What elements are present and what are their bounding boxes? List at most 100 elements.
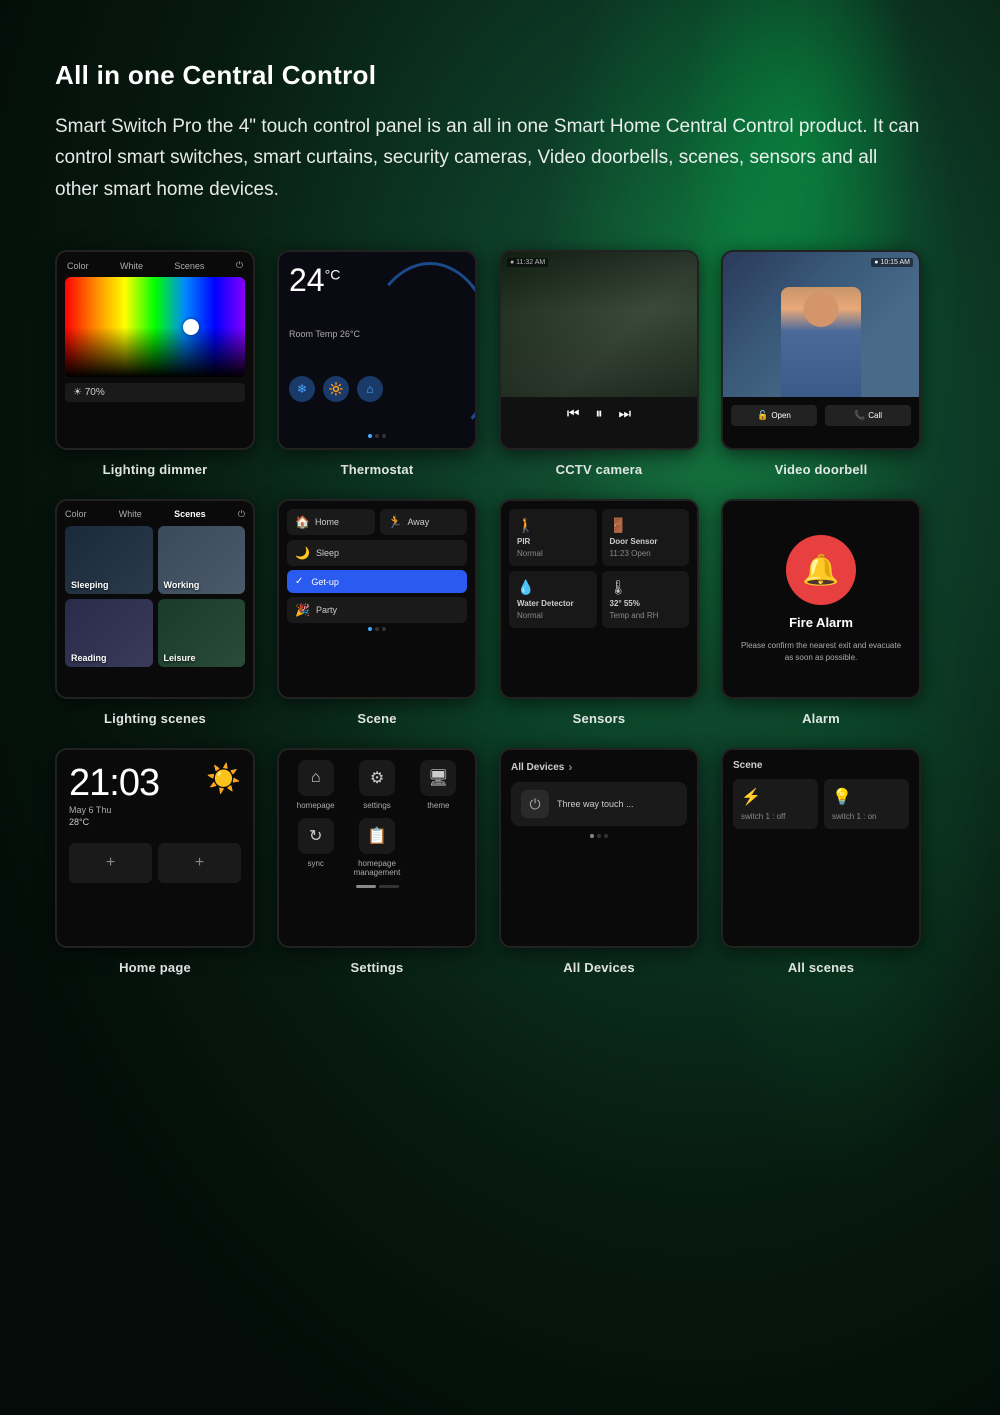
pir-name: PIR xyxy=(517,537,589,546)
device-label-alldevices: All Devices xyxy=(563,960,635,975)
screen-homepage: 21:03 May 6 Thu 28°C ☀️ + + xyxy=(55,748,255,948)
screen-sensors: 🚶 PIR Normal 🚪 Door Sensor 11:23 Open 💧 … xyxy=(499,499,699,699)
screen-settings: ⌂ homepage ⚙ settings 🖥 theme ↻ sync xyxy=(277,748,477,948)
hp-temp: 28°C xyxy=(69,817,159,827)
settings-label-settings: settings xyxy=(363,801,391,810)
temp-name: 32° 55% xyxy=(610,599,682,608)
switch-icon: ⏻ xyxy=(521,790,549,818)
scene-mode-away[interactable]: 🏃 Away xyxy=(380,509,468,535)
theme-icon: 🖥 xyxy=(420,760,456,796)
scenes-top-bar: Color White Scenes ⏻ xyxy=(65,509,245,520)
screen-cctv: ● 11:32 AM ⏮ ⏸ ⏭ xyxy=(499,250,699,450)
alldev-section-title: All Devices xyxy=(511,760,687,774)
lighting-power-icon[interactable]: ⏻ xyxy=(236,260,243,271)
color-picker[interactable] xyxy=(65,277,245,377)
scenes-scenes-tab[interactable]: Scenes xyxy=(174,509,206,520)
scenes-tiles: Sleeping Working Reading Leisure xyxy=(65,526,245,667)
lighting-white-tab[interactable]: White xyxy=(120,261,143,271)
settings-label-theme: theme xyxy=(427,801,449,810)
settings-item-sync[interactable]: ↻ sync xyxy=(289,818,342,877)
scene-tile-reading[interactable]: Reading xyxy=(65,599,153,667)
call-label: Call xyxy=(868,411,882,420)
device-label-cctv: CCTV camera xyxy=(556,462,643,477)
screen-allscenes: Scene ⚡ switch 1 : off 💡 switch 1 : on xyxy=(721,748,921,948)
scenes-power-icon[interactable]: ⏻ xyxy=(238,509,245,520)
device-scene: 🏠 Home 🏃 Away 🌙 Sleep ✓ Get-u xyxy=(277,499,477,726)
homepage-icon: ⌂ xyxy=(298,760,334,796)
settings-item-homepage[interactable]: ⌂ homepage xyxy=(289,760,342,810)
cctv-video-feed: ● 11:32 AM xyxy=(501,252,697,397)
scene-schedule-getup[interactable]: ✓ Get-up xyxy=(287,570,467,593)
cctv-controls: ⏮ ⏸ ⏭ xyxy=(501,397,697,430)
scene-schedule-sleep[interactable]: 🌙 Sleep xyxy=(287,540,467,566)
settings-label-sync: sync xyxy=(307,859,323,868)
scene-mode-home[interactable]: 🏠 Home xyxy=(287,509,375,535)
lighting-color-tab[interactable]: Color xyxy=(67,261,89,271)
door-icon: 🚪 xyxy=(610,517,682,534)
device-thermostat: 24°C Room Temp 26°C ❄ 🔆 ⌂ Thermostat xyxy=(277,250,477,477)
device-label-scene: Scene xyxy=(357,711,396,726)
open-icon: 🔓 xyxy=(757,410,768,421)
brightness-bar: ☀ 70% xyxy=(65,383,245,402)
hp-shortcut-1[interactable]: + xyxy=(69,843,152,883)
doorbell-open-btn[interactable]: 🔓 Open xyxy=(731,405,817,426)
thermo-cool-btn[interactable]: ❄ xyxy=(289,376,315,402)
device-alldevices: All Devices ⏻ Three way touch ... All De… xyxy=(499,748,699,975)
scene-tile-working[interactable]: Working xyxy=(158,526,246,594)
thermo-fan-btn[interactable]: ⌂ xyxy=(357,376,383,402)
doorbell-call-btn[interactable]: 📞 Call xyxy=(825,405,911,426)
settings-item-homepage-mgmt[interactable]: 📋 homepage management xyxy=(350,818,403,877)
sleep-label: Sleep xyxy=(316,548,339,558)
alldev-device-name: Three way touch ... xyxy=(557,799,634,809)
device-alarm: 🔔 Fire Alarm Please confirm the nearest … xyxy=(721,499,921,726)
allscene-switch-on[interactable]: 💡 switch 1 : on xyxy=(824,779,909,829)
thermo-controls: ❄ 🔆 ⌂ xyxy=(289,376,465,402)
open-label: Open xyxy=(771,411,791,420)
doorbell-timestamp: ● 10:15 AM xyxy=(871,258,913,267)
device-homepage: 21:03 May 6 Thu 28°C ☀️ + + Home page xyxy=(55,748,255,975)
sensor-door: 🚪 Door Sensor 11:23 Open xyxy=(602,509,690,566)
alarm-description: Please confirm the nearest exit and evac… xyxy=(738,640,904,662)
screen-alldevices: All Devices ⏻ Three way touch ... xyxy=(499,748,699,948)
scene-label-working: Working xyxy=(164,580,200,590)
cctv-play-btn[interactable]: ⏸ xyxy=(596,405,603,422)
alldev-device-item[interactable]: ⏻ Three way touch ... xyxy=(511,782,687,826)
screen-doorbell: ● 10:15 AM 🔓 Open 📞 Call xyxy=(721,250,921,450)
settings-grid: ⌂ homepage ⚙ settings 🖥 theme ↻ sync xyxy=(289,760,465,877)
temp-status: Temp and RH xyxy=(610,611,682,620)
sensors-grid: 🚶 PIR Normal 🚪 Door Sensor 11:23 Open 💧 … xyxy=(509,509,689,628)
device-cctv: ● 11:32 AM ⏮ ⏸ ⏭ CCTV camera xyxy=(499,250,699,477)
weather-sun-icon: ☀️ xyxy=(206,762,241,795)
cctv-next-btn[interactable]: ⏭ xyxy=(619,405,632,422)
cctv-prev-btn[interactable]: ⏮ xyxy=(567,405,580,422)
sensor-water: 💧 Water Detector Normal xyxy=(509,571,597,628)
scene-tile-leisure[interactable]: Leisure xyxy=(158,599,246,667)
gear-icon: ⚙ xyxy=(359,760,395,796)
scene-schedule-party[interactable]: 🎉 Party xyxy=(287,597,467,623)
getup-label: Get-up xyxy=(311,577,339,587)
lighting-scenes-tab[interactable]: Scenes xyxy=(174,261,204,271)
allscene-switch-off[interactable]: ⚡ switch 1 : off xyxy=(733,779,818,829)
settings-item-theme[interactable]: 🖥 theme xyxy=(412,760,465,810)
party-label: Party xyxy=(316,605,337,615)
settings-item-settings[interactable]: ⚙ settings xyxy=(350,760,403,810)
party-icon: 🎉 xyxy=(295,603,310,617)
sync-icon: ↻ xyxy=(298,818,334,854)
thermo-heat-btn[interactable]: 🔆 xyxy=(323,376,349,402)
scenes-white-tab[interactable]: White xyxy=(119,509,142,520)
hp-shortcut-2[interactable]: + xyxy=(158,843,241,883)
doorbell-video-feed: ● 10:15 AM xyxy=(723,252,919,397)
device-sensors: 🚶 PIR Normal 🚪 Door Sensor 11:23 Open 💧 … xyxy=(499,499,699,726)
alarm-title: Fire Alarm xyxy=(789,615,853,630)
device-label-lighting-dimmer: Lighting dimmer xyxy=(103,462,208,477)
door-name: Door Sensor xyxy=(610,537,682,546)
sleep-icon: 🌙 xyxy=(295,546,310,560)
scenes-color-tab[interactable]: Color xyxy=(65,509,87,520)
scene-label-leisure: Leisure xyxy=(164,653,196,663)
water-name: Water Detector xyxy=(517,599,589,608)
home-icon: 🏠 xyxy=(295,515,310,529)
check-icon: ✓ xyxy=(295,576,303,587)
scene-tile-sleeping[interactable]: Sleeping xyxy=(65,526,153,594)
door-status: 11:23 Open xyxy=(610,549,682,558)
settings-label-mgmt: homepage management xyxy=(350,859,403,877)
